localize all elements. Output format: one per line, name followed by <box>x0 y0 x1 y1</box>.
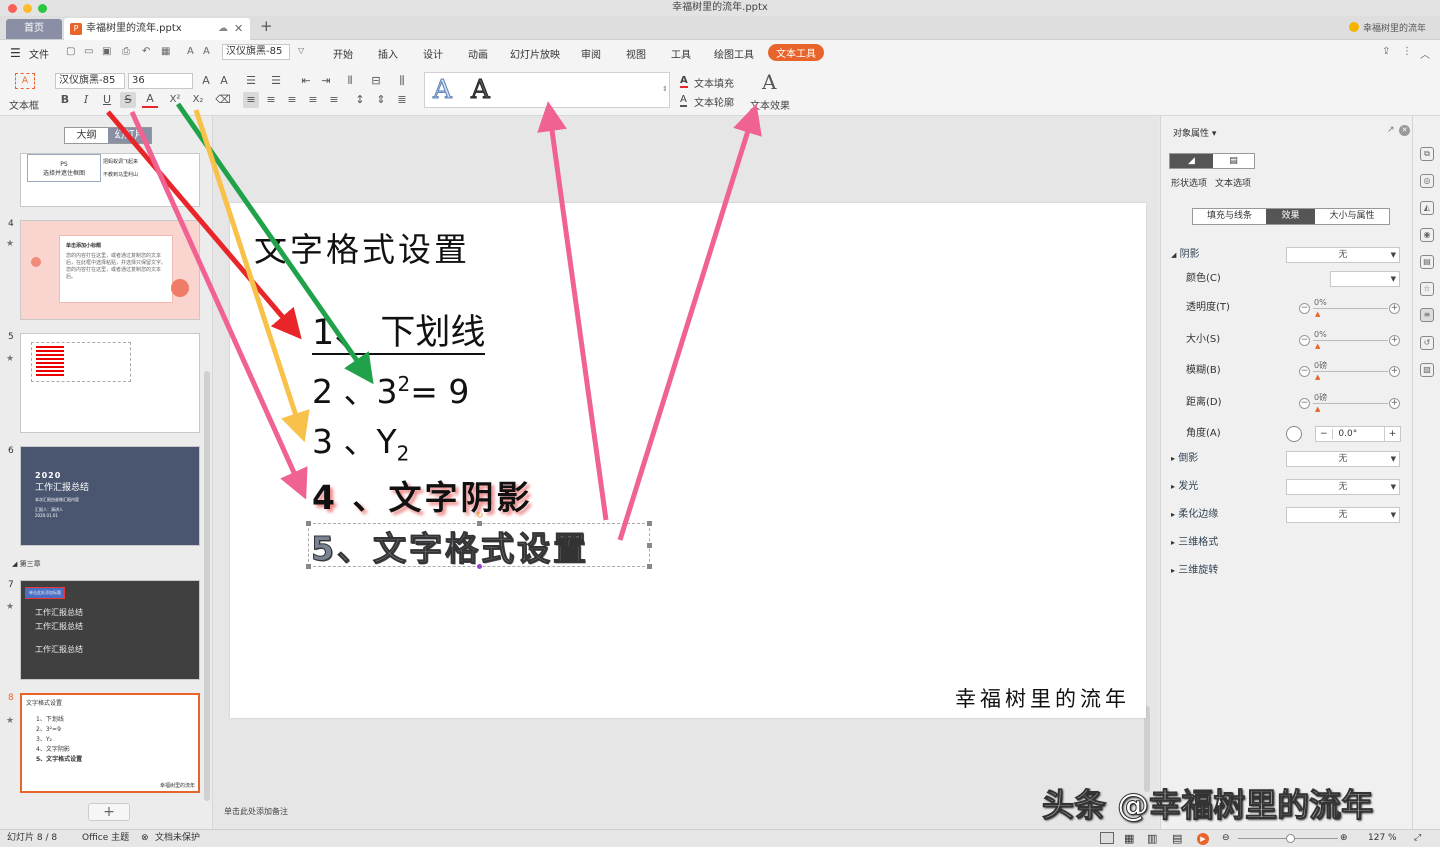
zoom-slider-thumb[interactable] <box>1286 834 1295 843</box>
yellow-arrow <box>193 109 310 443</box>
slide-sorter-icon[interactable]: ▦ <box>1124 830 1134 847</box>
fit-window-icon[interactable]: ⤢ <box>1414 830 1421 847</box>
notes-view-icon[interactable]: ▤ <box>1172 830 1182 847</box>
zoom-level[interactable]: 127 % <box>1368 830 1397 847</box>
pink-arrow-gallery <box>537 101 609 521</box>
protect-status[interactable]: 文档未保护 <box>155 830 200 847</box>
status-bar: 幻灯片 8 / 8 Office 主题 ⊗ 文档未保护 ▦ ▥ ▤ ▶ ⊖ ⊕ … <box>0 829 1440 847</box>
app-window: 幸福树里的流年.pptx 首页 P 幸福树里的流年.pptx ☁ ✕ + 幸福树… <box>0 0 1440 847</box>
normal-view-icon[interactable] <box>1100 832 1114 844</box>
watermark: 头条 @幸福树里的流年 <box>1041 786 1374 825</box>
slide-counter: 幻灯片 8 / 8 <box>7 833 58 843</box>
annotation-arrows <box>106 101 762 541</box>
shield-icon: ⊗ <box>141 833 149 843</box>
zoom-in-icon[interactable]: ⊕ <box>1340 830 1348 847</box>
red-arrow <box>106 110 302 340</box>
pink-arrow-effect <box>617 103 762 541</box>
reading-view-icon[interactable]: ▥ <box>1147 830 1157 847</box>
play-icon[interactable]: ▶ <box>1197 833 1209 845</box>
zoom-out-icon[interactable]: ⊖ <box>1222 830 1230 847</box>
theme-name[interactable]: Office 主题 <box>82 830 129 847</box>
